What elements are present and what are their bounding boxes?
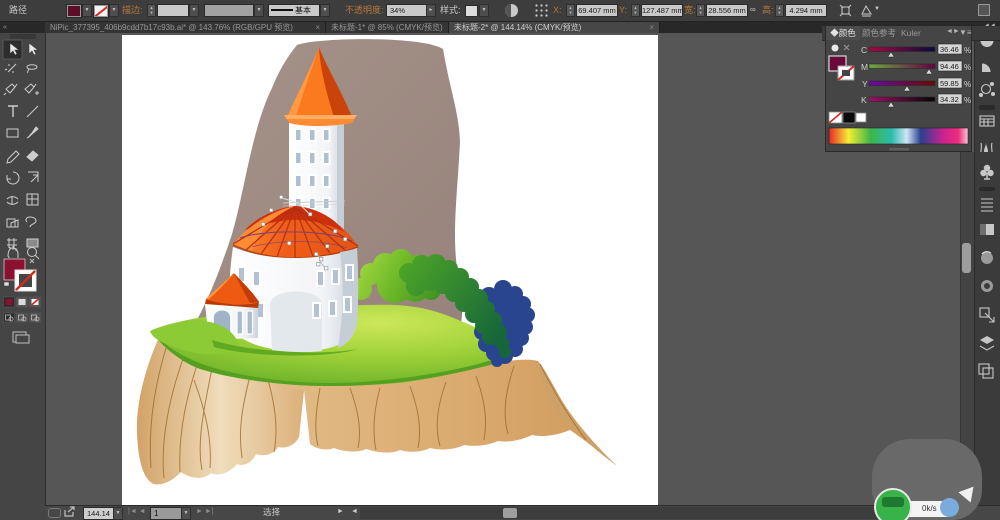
svg-text:59.85: 59.85 bbox=[940, 79, 959, 88]
svg-text:34.32: 34.32 bbox=[940, 95, 959, 104]
svg-text:M: M bbox=[861, 62, 868, 72]
svg-text:K: K bbox=[861, 95, 867, 105]
svg-text:36.46: 36.46 bbox=[940, 45, 959, 54]
svg-text:C: C bbox=[861, 45, 867, 55]
svg-text:94.46: 94.46 bbox=[940, 62, 959, 71]
svg-text:Y: Y bbox=[862, 79, 868, 89]
svg-text:%: % bbox=[964, 63, 971, 72]
svg-text:%: % bbox=[964, 46, 971, 55]
svg-text:%: % bbox=[964, 96, 971, 105]
svg-text:%: % bbox=[964, 80, 971, 89]
